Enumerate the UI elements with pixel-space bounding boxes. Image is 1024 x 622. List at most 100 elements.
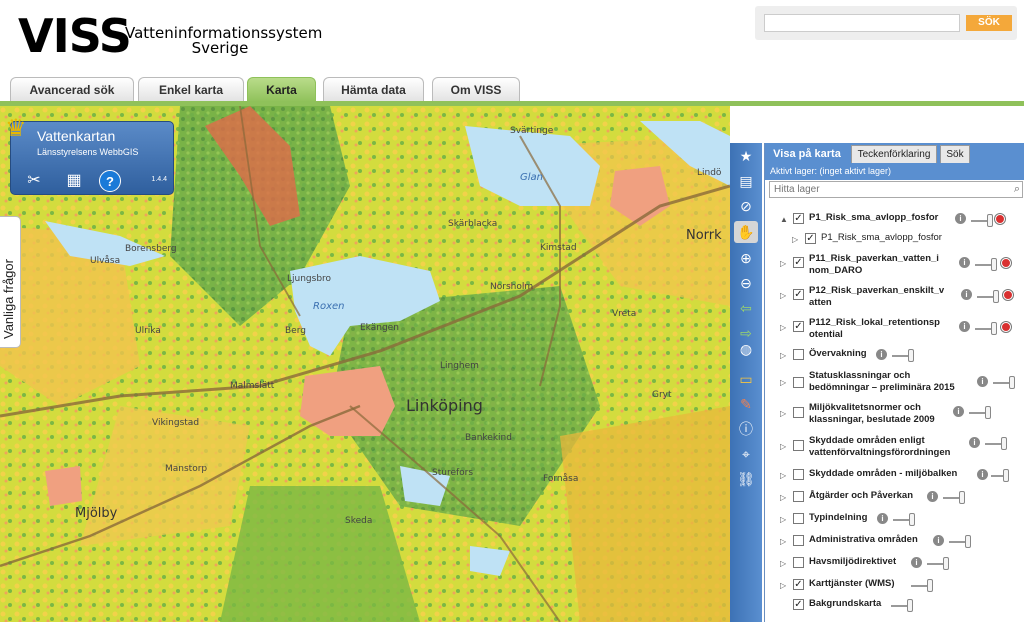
tab-om-viss[interactable]: Om VISS bbox=[432, 77, 520, 102]
slider-knob[interactable] bbox=[907, 599, 913, 612]
remove-layer-icon[interactable] bbox=[1003, 290, 1013, 300]
layer-checkbox[interactable]: ✓ bbox=[805, 233, 816, 244]
opacity-slider[interactable] bbox=[969, 406, 991, 419]
slider-knob[interactable] bbox=[927, 579, 933, 592]
opacity-slider[interactable] bbox=[927, 557, 949, 570]
opacity-slider[interactable] bbox=[975, 322, 997, 335]
bookmark-icon[interactable]: ▤ bbox=[734, 170, 758, 192]
star-icon[interactable]: ★ bbox=[734, 145, 758, 167]
remove-layer-icon[interactable] bbox=[995, 214, 1005, 224]
tab-enkel-karta[interactable]: Enkel karta bbox=[138, 77, 244, 102]
opacity-slider[interactable] bbox=[971, 214, 993, 227]
layer-checkbox[interactable] bbox=[793, 440, 804, 451]
opacity-slider[interactable] bbox=[993, 376, 1015, 389]
info-icon[interactable]: ⓘ bbox=[734, 418, 758, 440]
viss-logo[interactable]: VISS bbox=[18, 10, 132, 62]
slider-knob[interactable] bbox=[959, 491, 965, 504]
expand-arrow-icon[interactable]: ▷ bbox=[780, 537, 786, 546]
layer-search-input[interactable] bbox=[769, 181, 1023, 198]
slider-knob[interactable] bbox=[1009, 376, 1015, 389]
search-icon[interactable]: ⌕ bbox=[1014, 183, 1020, 196]
layer-checkbox[interactable]: ✓ bbox=[793, 579, 804, 590]
layer-checkbox[interactable]: ✓ bbox=[793, 321, 804, 332]
info-icon[interactable]: i bbox=[876, 349, 887, 360]
slider-knob[interactable] bbox=[991, 258, 997, 271]
tab-hamta-data[interactable]: Hämta data bbox=[323, 77, 424, 102]
expand-arrow-icon[interactable]: ▷ bbox=[780, 515, 786, 524]
layer-checkbox[interactable] bbox=[793, 491, 804, 502]
search-input[interactable] bbox=[764, 14, 960, 32]
link-icon[interactable]: ⛓ bbox=[734, 468, 758, 490]
info-icon[interactable]: i bbox=[977, 376, 988, 387]
tab-karta[interactable]: Karta bbox=[247, 77, 316, 102]
coordinate-icon[interactable]: ⌖ bbox=[734, 443, 758, 465]
slider-knob[interactable] bbox=[985, 406, 991, 419]
back-arrow-icon[interactable]: ⇦ bbox=[734, 297, 758, 319]
zoom-out-icon[interactable]: ⊖ bbox=[734, 272, 758, 294]
info-icon[interactable]: i bbox=[969, 437, 980, 448]
slider-knob[interactable] bbox=[943, 557, 949, 570]
expand-arrow-icon[interactable]: ▷ bbox=[780, 378, 786, 387]
tab-visa-pa-karta[interactable]: Visa på karta bbox=[766, 145, 848, 163]
expand-arrow-icon[interactable]: ▷ bbox=[780, 351, 786, 360]
expand-arrow-icon[interactable]: ▷ bbox=[780, 559, 786, 568]
info-icon[interactable]: i bbox=[955, 213, 966, 224]
info-icon[interactable]: i bbox=[911, 557, 922, 568]
draw-pen-icon[interactable]: ✎ bbox=[734, 393, 758, 415]
slider-knob[interactable] bbox=[909, 513, 915, 526]
layer-checkbox[interactable]: ✓ bbox=[793, 257, 804, 268]
expand-arrow-icon[interactable]: ▷ bbox=[780, 291, 786, 300]
zoom-in-icon[interactable]: ⊕ bbox=[734, 247, 758, 269]
globe-icon[interactable]: ◍ bbox=[734, 338, 758, 360]
opacity-slider[interactable] bbox=[991, 469, 1009, 482]
tab-teckenforklaring[interactable]: Teckenförklaring bbox=[851, 145, 937, 163]
opacity-slider[interactable] bbox=[891, 599, 913, 612]
opacity-slider[interactable] bbox=[985, 437, 1007, 450]
layer-checkbox[interactable] bbox=[793, 557, 804, 568]
layer-checkbox[interactable]: ✓ bbox=[793, 289, 804, 300]
slider-knob[interactable] bbox=[1001, 437, 1007, 450]
collapse-arrow-icon[interactable]: ▲ bbox=[780, 215, 788, 224]
info-icon[interactable]: i bbox=[977, 469, 988, 480]
pan-hand-icon[interactable]: ✋ bbox=[734, 221, 758, 243]
info-icon[interactable]: i bbox=[959, 321, 970, 332]
slider-knob[interactable] bbox=[965, 535, 971, 548]
layer-checkbox[interactable] bbox=[793, 535, 804, 546]
opacity-slider[interactable] bbox=[893, 513, 915, 526]
slider-knob[interactable] bbox=[993, 290, 999, 303]
expand-arrow-icon[interactable]: ▷ bbox=[780, 409, 786, 418]
expand-arrow-icon[interactable]: ▷ bbox=[780, 323, 786, 332]
remove-layer-icon[interactable]: ⊘ bbox=[734, 195, 758, 217]
opacity-slider[interactable] bbox=[892, 349, 914, 362]
tab-sok[interactable]: Sök bbox=[940, 145, 970, 163]
expand-arrow-icon[interactable]: ▷ bbox=[780, 471, 786, 480]
layer-checkbox[interactable] bbox=[793, 349, 804, 360]
slider-knob[interactable] bbox=[1003, 469, 1009, 482]
expand-arrow-icon[interactable]: ▷ bbox=[780, 442, 786, 451]
slider-knob[interactable] bbox=[991, 322, 997, 335]
opacity-slider[interactable] bbox=[977, 290, 999, 303]
tab-avancerad-sok[interactable]: Avancerad sök bbox=[10, 77, 134, 102]
info-icon[interactable]: i bbox=[961, 289, 972, 300]
slider-knob[interactable] bbox=[908, 349, 914, 362]
expand-arrow-icon[interactable]: ▷ bbox=[780, 259, 786, 268]
slider-knob[interactable] bbox=[987, 214, 993, 227]
expand-arrow-icon[interactable]: ▷ bbox=[780, 581, 786, 590]
opacity-slider[interactable] bbox=[975, 258, 997, 271]
info-icon[interactable]: i bbox=[953, 406, 964, 417]
expand-arrow-icon[interactable]: ▷ bbox=[780, 493, 786, 502]
expand-arrow-icon[interactable]: ▷ bbox=[792, 235, 798, 244]
opacity-slider[interactable] bbox=[943, 491, 965, 504]
layer-checkbox[interactable] bbox=[793, 407, 804, 418]
opacity-slider[interactable] bbox=[949, 535, 971, 548]
print-icon[interactable]: ▦ bbox=[63, 170, 85, 192]
info-icon[interactable]: i bbox=[959, 257, 970, 268]
layer-checkbox[interactable] bbox=[793, 469, 804, 480]
layer-checkbox[interactable] bbox=[793, 377, 804, 388]
remove-layer-icon[interactable] bbox=[1001, 322, 1011, 332]
info-icon[interactable]: i bbox=[877, 513, 888, 524]
layer-checkbox[interactable] bbox=[793, 513, 804, 524]
tools-icon[interactable]: ✂ bbox=[23, 170, 45, 192]
layer-checkbox[interactable]: ✓ bbox=[793, 599, 804, 610]
info-icon[interactable]: i bbox=[933, 535, 944, 546]
